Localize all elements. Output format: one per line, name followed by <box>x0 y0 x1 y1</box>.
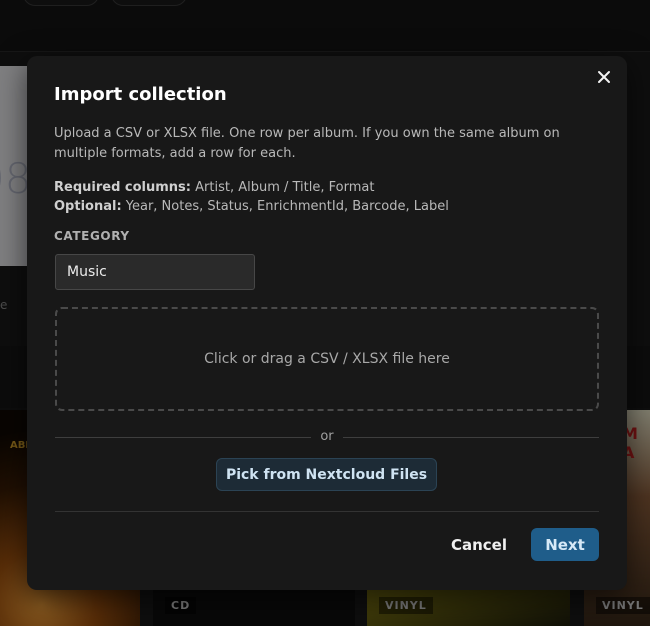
required-columns-value: Artist, Album / Title, Format <box>191 180 375 195</box>
dialog-description: Upload a CSV or XLSX file. One row per a… <box>54 126 560 161</box>
import-collection-dialog: Import collection Upload a CSV or XLSX f… <box>27 56 627 590</box>
required-columns-line: Required columns: Artist, Album / Title,… <box>54 178 599 197</box>
column-requirements: Required columns: Artist, Album / Title,… <box>54 178 599 216</box>
separator-line <box>343 437 599 438</box>
next-button[interactable]: Next <box>531 528 599 561</box>
optional-columns-line: Optional: Year, Notes, Status, Enrichmen… <box>54 197 599 216</box>
category-label: CATEGORY <box>54 229 130 243</box>
pick-from-nextcloud-label: Pick from Nextcloud Files <box>225 466 428 483</box>
close-button[interactable] <box>593 66 615 88</box>
category-select[interactable]: Music <box>55 254 255 290</box>
dialog-title: Import collection <box>54 84 227 105</box>
next-button-label: Next <box>545 535 585 554</box>
close-icon <box>598 71 610 83</box>
category-select-value: Music <box>67 264 107 280</box>
dropzone-text: Click or drag a CSV / XLSX file here <box>204 351 450 367</box>
file-dropzone[interactable]: Click or drag a CSV / XLSX file here <box>55 307 599 411</box>
cancel-button-label: Cancel <box>450 535 507 554</box>
optional-columns-label: Optional: <box>54 199 122 214</box>
pick-from-nextcloud-button[interactable]: Pick from Nextcloud Files <box>216 458 437 491</box>
or-separator: or <box>55 428 599 448</box>
required-columns-label: Required columns: <box>54 180 191 195</box>
cancel-button[interactable]: Cancel <box>441 528 517 561</box>
optional-columns-value: Year, Notes, Status, EnrichmentId, Barco… <box>121 199 449 214</box>
footer-divider <box>55 511 599 512</box>
